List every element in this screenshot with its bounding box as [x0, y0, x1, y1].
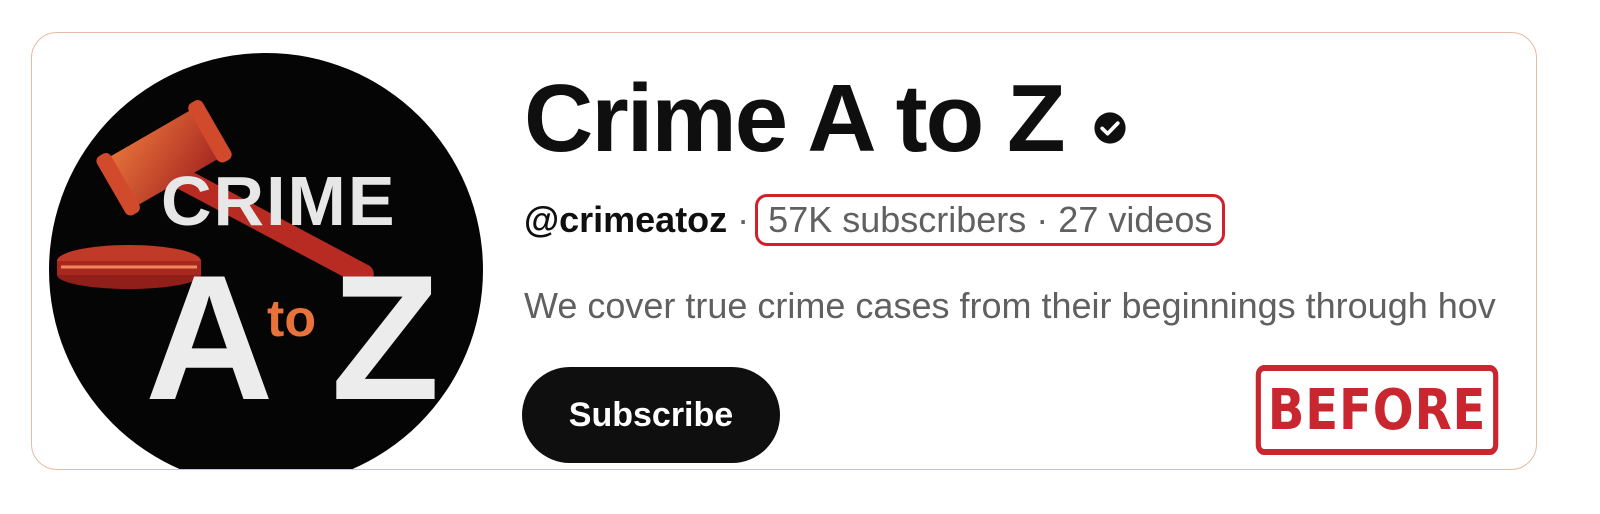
video-count[interactable]: 27 videos: [1058, 199, 1212, 241]
channel-avatar[interactable]: CRIME A to Z: [49, 53, 483, 469]
before-stamp: BEFORE: [1255, 365, 1499, 455]
avatar-text-a: A: [145, 238, 274, 437]
verified-checkmark-icon: [1094, 112, 1126, 144]
subscribe-button[interactable]: Subscribe: [522, 367, 780, 463]
channel-title: Crime A to Z: [524, 65, 1066, 172]
channel-handle[interactable]: @crimeatoz: [524, 199, 727, 241]
channel-meta-row: @crimeatoz · 57K subscribers · 27 videos: [524, 194, 1226, 246]
highlighted-stats-box: 57K subscribers · 27 videos: [755, 194, 1226, 246]
stats-separator: ·: [1036, 199, 1049, 240]
avatar-text-to: to: [267, 290, 317, 348]
channel-header-card: CRIME A to Z Crime A to Z @crimeatoz · 5…: [31, 32, 1537, 470]
meta-separator: ·: [737, 199, 750, 240]
subscriber-count: 57K subscribers: [768, 199, 1027, 240]
channel-description[interactable]: We cover true crime cases from their beg…: [524, 285, 1496, 327]
avatar-text-z: Z: [331, 238, 440, 437]
avatar-text-crime: CRIME: [161, 162, 397, 240]
